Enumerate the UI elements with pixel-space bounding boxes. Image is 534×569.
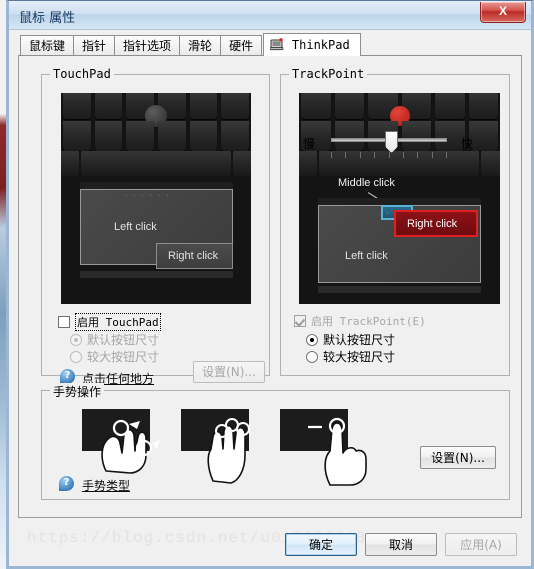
touchpad-radio-default-row[interactable]: 默认按钮尺寸	[70, 331, 159, 348]
touchpad-group-legend: TouchPad	[50, 67, 114, 81]
gesture-group: 手势操作 ? 手势类型 设置(N)...	[41, 383, 510, 500]
trackpoint-group-legend: TrackPoint	[289, 67, 368, 81]
help-question-icon[interactable]: ?	[60, 369, 75, 384]
touchpad-left-click-label: Left click	[114, 221, 157, 233]
apply-button[interactable]: 应用(A)	[445, 533, 517, 556]
touchpad-right-click-button: Right click	[156, 243, 233, 269]
tab-thinkpad-label: ThinkPad	[291, 38, 350, 52]
slider-thumb[interactable]	[385, 131, 398, 153]
touchpad-radio-large-size[interactable]	[70, 351, 82, 363]
tab-wheel[interactable]: 滑轮	[179, 35, 222, 56]
touchpad-group: TouchPad · · · · · · Left click Right cl…	[41, 67, 270, 386]
slider-max-label: 快	[461, 137, 474, 151]
cancel-button[interactable]: 取消	[365, 533, 437, 556]
dialog-button-bar: 确定 取消 应用(A)	[9, 523, 531, 563]
trackpoint-enable-checkbox[interactable]	[294, 315, 306, 327]
window-title: 鼠标 属性	[19, 11, 76, 26]
touchpad-settings-button[interactable]: 设置(N)...	[193, 361, 265, 383]
slider-ticks	[331, 152, 447, 160]
gesture-help-link[interactable]: 手势类型	[82, 477, 130, 494]
touchpad-right-click-label: Right click	[168, 250, 219, 262]
gesture-help-question-icon[interactable]: ?	[59, 476, 74, 491]
trackpoint-radio-large-row[interactable]: 较大按钮尺寸	[306, 348, 395, 365]
trackpoint-illustration: Middle click Left click · · · · · Right …	[299, 93, 500, 304]
three-finger-swipe-gesture-icon[interactable]	[181, 409, 250, 484]
touchpad-radio-large-row[interactable]: 较大按钮尺寸	[70, 348, 159, 365]
thinkpad-device-icon	[269, 36, 284, 58]
pinch-zoom-gesture-icon[interactable]	[82, 409, 160, 474]
touchpad-illustration: · · · · · · Left click Right click	[61, 93, 251, 304]
touchpad-enable-row[interactable]: 启用 TouchPad	[58, 313, 161, 331]
tab-pointer-options[interactable]: 指针选项	[114, 35, 181, 56]
close-icon[interactable]: X	[480, 2, 526, 23]
tab-strip: 鼠标键 指针 指针选项 滑轮 硬件 ThinkPad	[20, 33, 361, 56]
tab-mouse-buttons[interactable]: 鼠标键	[20, 35, 75, 56]
touchpad-radio-large-size-label: 较大按钮尺寸	[87, 350, 160, 364]
trackpoint-enable-label: 启用 TrackPoint(E)	[311, 315, 426, 328]
trackpoint-right-click-button: Right click	[394, 210, 478, 237]
tab-hardware[interactable]: 硬件	[220, 35, 263, 56]
one-finger-swipe-left-gesture-icon[interactable]	[280, 409, 367, 486]
trackpoint-middle-click-label: Middle click	[338, 177, 395, 189]
trackpoint-group: TrackPoint Middle click Left click · Rig…	[280, 67, 510, 376]
title-bar: 鼠标 属性 X	[9, 1, 531, 30]
touchpad-scroll-dots: · · · · · ·	[125, 192, 171, 199]
trackpoint-left-click-label: Left click	[345, 250, 388, 262]
trackpoint-radio-default-size-label: 默认按钮尺寸	[323, 333, 396, 347]
touchpad-enable-checkbox[interactable]	[58, 316, 70, 328]
gesture-group-legend: 手势操作	[50, 383, 105, 400]
ok-button[interactable]: 确定	[285, 533, 357, 556]
touchpad-radio-default-size[interactable]	[70, 334, 82, 346]
trackpoint-radio-large-size[interactable]	[306, 351, 318, 363]
touchpad-radio-default-size-label: 默认按钮尺寸	[87, 333, 160, 347]
touchpad-enable-label: 启用 TouchPad	[75, 313, 161, 331]
trackpoint-radio-default-row[interactable]: 默认按钮尺寸	[306, 331, 395, 348]
trackpoint-enable-row[interactable]: 启用 TrackPoint(E)	[294, 313, 426, 329]
mouse-properties-window: 鼠标 属性 X 鼠标键 指针 指针选项 滑轮 硬件 ThinkPad Touch…	[6, 0, 534, 569]
trackpoint-right-click-label: Right click	[407, 218, 458, 230]
trackpoint-radio-default-size[interactable]	[306, 334, 318, 346]
tab-thinkpad[interactable]: ThinkPad	[263, 33, 361, 56]
trackpoint-speed-slider[interactable]: 慢 快	[303, 130, 483, 162]
slider-min-label: 慢	[303, 137, 316, 151]
thinkpad-tab-page: TouchPad · · · · · · Left click Right cl…	[18, 55, 522, 518]
gesture-settings-button[interactable]: 设置(N)...	[420, 446, 496, 469]
tab-pointers[interactable]: 指针	[73, 35, 116, 56]
trackpoint-radio-large-size-label: 较大按钮尺寸	[323, 350, 396, 364]
